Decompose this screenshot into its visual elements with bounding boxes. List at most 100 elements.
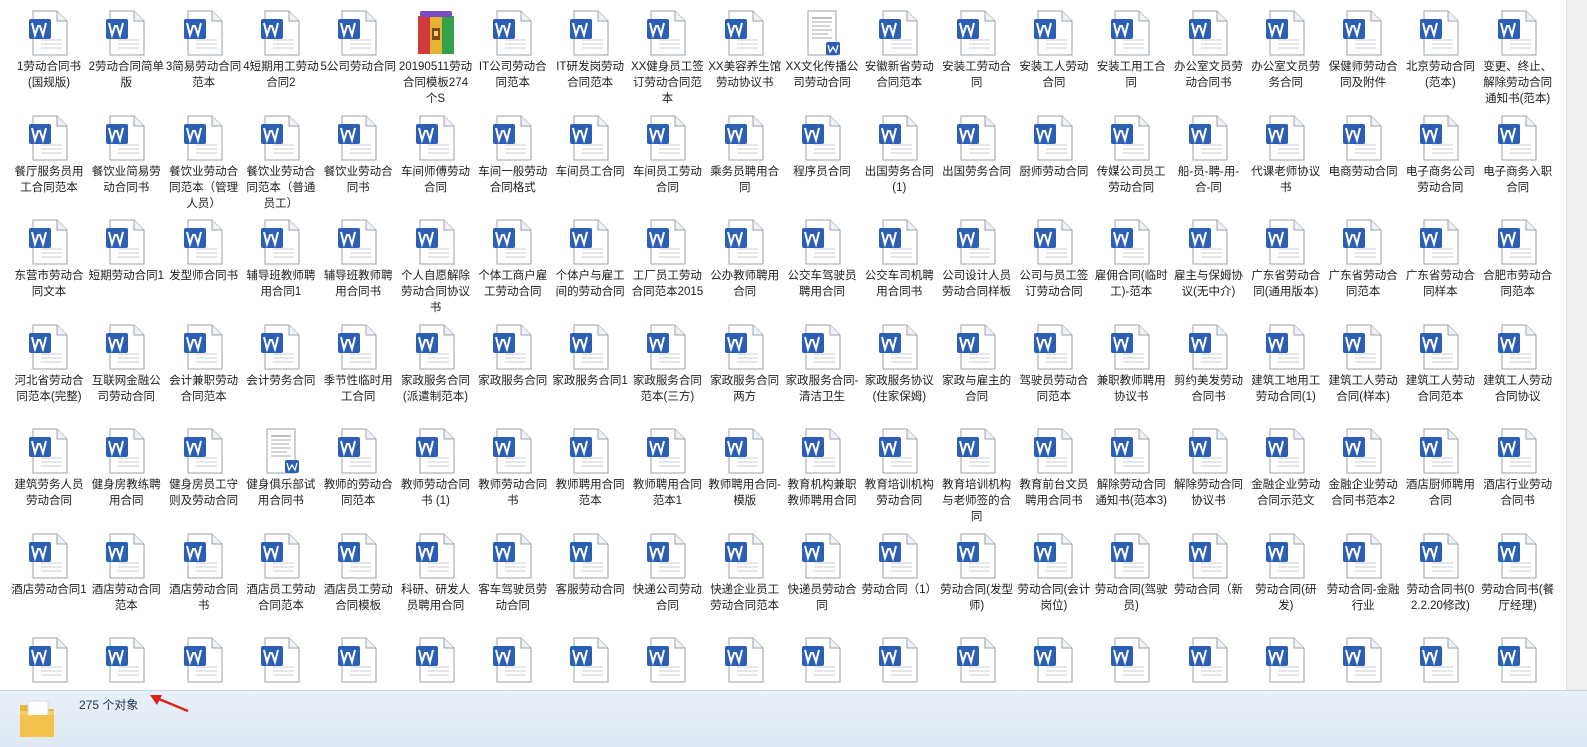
file-item[interactable]: 会计劳务合同: [241, 324, 321, 389]
file-item[interactable]: 广东省劳动合同范本: [1323, 219, 1403, 300]
file-item[interactable]: [396, 637, 476, 686]
file-item[interactable]: 驾驶员劳动合同范本: [1014, 324, 1094, 405]
file-item[interactable]: [318, 637, 398, 686]
file-item[interactable]: 车间师傅劳动合同: [396, 115, 476, 196]
file-item[interactable]: 建筑工人劳动合同协议: [1478, 324, 1558, 405]
file-item[interactable]: [1091, 637, 1171, 686]
file-item[interactable]: 辅导班教师聘用合同1: [241, 219, 321, 300]
file-item[interactable]: 劳动合同(会计岗位): [1014, 533, 1094, 614]
file-item[interactable]: 安装工劳动合同: [937, 10, 1017, 91]
file-item[interactable]: 教师聘用合同范本: [550, 428, 630, 509]
file-item[interactable]: 广东省劳动合同(通用版本): [1246, 219, 1326, 300]
file-item[interactable]: [859, 637, 939, 686]
file-item[interactable]: 快递企业员工劳动合同范本: [705, 533, 785, 614]
file-item[interactable]: 安徽新省劳动合同范本: [859, 10, 939, 91]
file-item[interactable]: 车间一般劳动合同格式: [473, 115, 553, 196]
file-item[interactable]: [937, 637, 1017, 686]
file-item[interactable]: [782, 637, 862, 686]
file-item[interactable]: 船-员-聘-用-合-同: [1169, 115, 1249, 196]
vertical-scrollbar[interactable]: [1566, 0, 1587, 690]
file-item[interactable]: 车间员工合同: [550, 115, 630, 180]
file-item[interactable]: 教师劳动合同书 (1): [396, 428, 476, 509]
file-item[interactable]: 公交车驾驶员聘用合同: [782, 219, 862, 300]
file-item[interactable]: 车间员工劳动合同: [627, 115, 707, 196]
file-item[interactable]: 保健师劳动合同及附件: [1323, 10, 1403, 91]
file-item[interactable]: 快递员劳动合同: [782, 533, 862, 614]
file-item[interactable]: 会计兼职劳动合同范本: [164, 324, 244, 405]
file-item[interactable]: 乘务员聘用合同: [705, 115, 785, 196]
file-item[interactable]: 4短期用工劳动合同2: [241, 10, 321, 91]
file-item[interactable]: 公交车司机聘用合同书: [859, 219, 939, 300]
file-item[interactable]: 短期劳动合同1: [86, 219, 166, 284]
file-item[interactable]: 公司设计人员劳动合同样板: [937, 219, 1017, 300]
file-item[interactable]: 个人自愿解除劳动合同协议书: [396, 219, 476, 316]
file-item[interactable]: 建筑工人劳动合同(样本): [1323, 324, 1403, 405]
file-item[interactable]: 家政服务合同: [473, 324, 553, 389]
file-item[interactable]: 健身房员工守则及劳动合同: [164, 428, 244, 509]
file-item[interactable]: [705, 637, 785, 686]
file-item[interactable]: 家政服务合同范本(三方): [627, 324, 707, 405]
file-item[interactable]: 餐饮业劳动合同范本（管理人员）: [164, 115, 244, 212]
file-item[interactable]: 快递公司劳动合同: [627, 533, 707, 614]
file-item[interactable]: 公办教师聘用合同: [705, 219, 785, 300]
file-item[interactable]: 公司与员工签订劳动合同: [1014, 219, 1094, 300]
file-item[interactable]: 健身房教练聘用合同: [86, 428, 166, 509]
file-item[interactable]: 电子商务公司劳动合同: [1400, 115, 1480, 196]
file-item[interactable]: 教育前台文员聘用合同书: [1014, 428, 1094, 509]
file-item[interactable]: 劳动合同-金融行业: [1323, 533, 1403, 614]
file-item[interactable]: 餐厅服务员用工合同范本: [9, 115, 89, 196]
file-item[interactable]: 合肥市劳动合同范本: [1478, 219, 1558, 300]
file-item[interactable]: 传媒公司员工劳动合同: [1091, 115, 1171, 196]
file-item[interactable]: [473, 637, 553, 686]
file-item[interactable]: 酒店行业劳动合同书: [1478, 428, 1558, 509]
file-item[interactable]: 建筑工地用工劳动合同(1): [1246, 324, 1326, 405]
file-item[interactable]: XX健身员工签订劳动合同范本: [627, 10, 707, 107]
file-item[interactable]: 2劳动合同简单版: [86, 10, 166, 91]
file-item[interactable]: 酒店员工劳动合同模板: [318, 533, 398, 614]
file-item[interactable]: 变更、终止、解除劳动合同通知书(范本): [1478, 10, 1558, 107]
file-item[interactable]: 程序员合同: [782, 115, 862, 180]
file-item[interactable]: 客服劳动合同: [550, 533, 630, 598]
file-item[interactable]: [164, 637, 244, 686]
file-item[interactable]: 出国劳务合同 (1): [859, 115, 939, 196]
file-item[interactable]: 安装工用工合同: [1091, 10, 1171, 91]
file-item[interactable]: 劳动合同(发型师): [937, 533, 1017, 614]
file-item[interactable]: 酒店劳动合同书: [164, 533, 244, 614]
file-item[interactable]: 季节性临时用工合同: [318, 324, 398, 405]
file-item[interactable]: [1246, 637, 1326, 686]
file-item[interactable]: 5公司劳动合同: [318, 10, 398, 75]
file-item[interactable]: [1169, 637, 1249, 686]
file-item[interactable]: 客车驾驶员劳动合同: [473, 533, 553, 614]
file-item[interactable]: [1400, 637, 1480, 686]
file-item[interactable]: 餐饮业劳动合同书: [318, 115, 398, 196]
file-item[interactable]: 代课老师协议书: [1246, 115, 1326, 196]
file-item[interactable]: 办公室文员劳务合同: [1246, 10, 1326, 91]
file-item[interactable]: 雇主与保姆协议(无中介): [1169, 219, 1249, 300]
file-item[interactable]: 酒店劳动合同1: [9, 533, 89, 598]
file-item[interactable]: 广东省劳动合同样本: [1400, 219, 1480, 300]
file-item[interactable]: [86, 637, 166, 686]
file-item[interactable]: [550, 637, 630, 686]
file-item[interactable]: XX美容养生馆劳动协议书: [705, 10, 785, 91]
file-item[interactable]: 家政服务合同(派遣制范本): [396, 324, 476, 405]
file-item[interactable]: 3简易劳动合同范本: [164, 10, 244, 91]
file-item[interactable]: 金融企业劳动合同书范本2: [1323, 428, 1403, 509]
file-item[interactable]: 家政服务合同-清洁卫生: [782, 324, 862, 405]
file-item[interactable]: 发型师合同书: [164, 219, 244, 284]
file-item[interactable]: 20190511劳动合同模板274个S: [396, 10, 476, 107]
file-item[interactable]: 互联网金融公司劳动合同: [86, 324, 166, 405]
file-item[interactable]: 劳动合同（1）: [859, 533, 939, 598]
file-item[interactable]: 酒店厨师聘用合同: [1400, 428, 1480, 509]
file-item[interactable]: [1323, 637, 1403, 686]
file-item[interactable]: 个体户与雇工间的劳动合同: [550, 219, 630, 300]
file-item[interactable]: 工厂员工劳动合同范本2015: [627, 219, 707, 300]
file-item[interactable]: [1478, 637, 1558, 686]
file-item[interactable]: 1劳动合同书(国规版): [9, 10, 89, 91]
file-item[interactable]: 家政服务合同两方: [705, 324, 785, 405]
file-item[interactable]: 东营市劳动合同文本: [9, 219, 89, 300]
file-item[interactable]: 劳动合同（新: [1169, 533, 1249, 598]
file-item[interactable]: 建筑工人劳动合同范本: [1400, 324, 1480, 405]
file-item[interactable]: 家政服务合同1: [550, 324, 630, 389]
file-item[interactable]: 解除劳动合同协议书: [1169, 428, 1249, 509]
file-item[interactable]: 个体工商户雇工劳动合同: [473, 219, 553, 300]
